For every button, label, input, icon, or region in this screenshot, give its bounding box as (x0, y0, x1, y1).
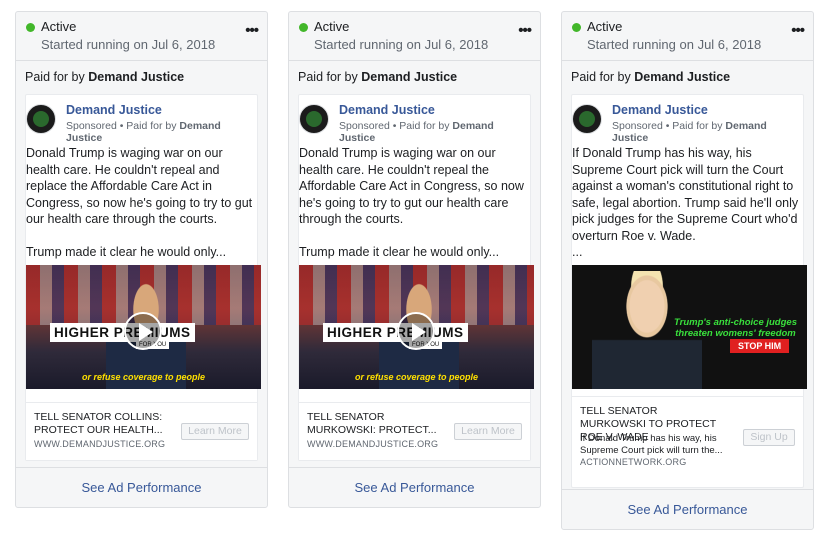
ad-preview: Demand Justice Sponsored • Paid for by D… (25, 94, 261, 461)
sign-up-button[interactable]: Sign Up (743, 429, 795, 446)
ad-video[interactable]: HIGHER PREMIUMS FOR YOU or refuse covera… (26, 265, 261, 389)
learn-more-button[interactable]: Learn More (181, 423, 249, 440)
paid-for-by: Paid for by Demand Justice (289, 60, 540, 93)
cta-title: TELL SENATOR MURKOWSKI: PROTECT... (307, 411, 437, 436)
page-name-link[interactable]: Demand Justice (339, 103, 435, 117)
paid-for-by-name: Demand Justice (634, 70, 731, 84)
started-running-date: Started running on Jul 6, 2018 (587, 37, 762, 52)
see-ad-performance-link[interactable]: See Ad Performance (16, 467, 267, 507)
video-banner: HIGHER PREMIUMS (323, 323, 468, 342)
page-name-link[interactable]: Demand Justice (612, 103, 708, 117)
ad-text: Donald Trump is waging war on our health… (26, 146, 253, 259)
ad-card: Active Started running on Jul 6, 2018 ••… (288, 11, 541, 508)
sponsored-paid-label: • Paid for by (662, 120, 726, 132)
ad-header: Demand Justice Sponsored • Paid for by D… (572, 95, 803, 145)
page-avatar[interactable] (572, 104, 602, 134)
active-status-icon (26, 23, 35, 32)
active-status-icon (572, 23, 581, 32)
cta-description: If Donald Trump has his way, his Supreme… (580, 433, 723, 456)
ad-preview: Demand Justice Sponsored • Paid for by D… (298, 94, 534, 461)
more-options-icon[interactable]: ••• (245, 22, 259, 39)
started-running-date: Started running on Jul 6, 2018 (314, 37, 489, 52)
cta-title: TELL SENATOR COLLINS: PROTECT OUR HEALTH… (34, 411, 163, 436)
image-stop-badge: STOP HIM (730, 339, 790, 353)
call-to-action[interactable]: TELL SENATOR COLLINS: PROTECT OUR HEALTH… (26, 402, 257, 460)
paid-for-by-label: Paid for by (571, 70, 635, 84)
sponsored-paid-label: • Paid for by (116, 120, 180, 132)
sponsored-line: Sponsored • Paid for by Demand Justice (612, 120, 777, 144)
status-label: Active (314, 19, 350, 34)
sponsored-label: Sponsored (66, 120, 117, 132)
sponsored-label: Sponsored (612, 120, 663, 132)
ad-card: Active Started running on Jul 6, 2018 ••… (15, 11, 268, 508)
ad-header: Demand Justice Sponsored • Paid for by D… (299, 95, 530, 145)
ad-video[interactable]: HIGHER PREMIUMS FOR YOU or refuse covera… (299, 265, 534, 389)
ad-image[interactable]: Trump's anti-choice judges threaten wome… (572, 265, 807, 389)
play-icon[interactable] (397, 312, 435, 350)
cta-domain: WWW.DEMANDJUSTICE.ORG (34, 439, 166, 449)
sponsored-label: Sponsored (339, 120, 390, 132)
active-status-icon (299, 23, 308, 32)
paid-for-by-name: Demand Justice (88, 70, 185, 84)
sponsored-line: Sponsored • Paid for by Demand Justice (339, 120, 504, 144)
play-icon[interactable] (124, 312, 162, 350)
ad-text: Donald Trump is waging war on our health… (299, 146, 524, 259)
more-options-icon[interactable]: ••• (518, 22, 532, 39)
page-name-link[interactable]: Demand Justice (66, 103, 162, 117)
ad-preview: Demand Justice Sponsored • Paid for by D… (571, 94, 807, 488)
status-label: Active (587, 19, 623, 34)
paid-for-by: Paid for by Demand Justice (562, 60, 813, 93)
call-to-action[interactable]: TELL SENATOR MURKOWSKI TO PROTECT ROE V.… (572, 396, 803, 468)
ad-header: Demand Justice Sponsored • Paid for by D… (26, 95, 257, 145)
paid-for-by-label: Paid for by (25, 70, 89, 84)
started-running-date: Started running on Jul 6, 2018 (41, 37, 216, 52)
paid-for-by-name: Demand Justice (361, 70, 458, 84)
paid-for-by: Paid for by Demand Justice (16, 60, 267, 93)
image-headline: Trump's anti-choice judges threaten wome… (674, 317, 797, 339)
page-avatar[interactable] (26, 104, 56, 134)
video-caption: or refuse coverage to people (354, 372, 479, 382)
video-caption: or refuse coverage to people (81, 372, 206, 382)
see-ad-performance-link[interactable]: See Ad Performance (289, 467, 540, 507)
sponsored-line: Sponsored • Paid for by Demand Justice (66, 120, 231, 144)
ad-text: If Donald Trump has his way, his Supreme… (572, 146, 799, 259)
status-row: Active Started running on Jul 6, 2018 ••… (16, 12, 267, 60)
ad-card: Active Started running on Jul 6, 2018 ••… (561, 11, 814, 530)
status-row: Active Started running on Jul 6, 2018 ••… (289, 12, 540, 60)
cta-domain: ACTIONNETWORK.ORG (580, 457, 687, 467)
paid-for-by-label: Paid for by (298, 70, 362, 84)
more-options-icon[interactable]: ••• (791, 22, 805, 39)
cta-domain: WWW.DEMANDJUSTICE.ORG (307, 439, 439, 449)
status-label: Active (41, 19, 77, 34)
status-row: Active Started running on Jul 6, 2018 ••… (562, 12, 813, 60)
page-avatar[interactable] (299, 104, 329, 134)
video-banner: HIGHER PREMIUMS (50, 323, 195, 342)
sponsored-paid-label: • Paid for by (389, 120, 453, 132)
see-ad-performance-link[interactable]: See Ad Performance (562, 489, 813, 529)
call-to-action[interactable]: TELL SENATOR MURKOWSKI: PROTECT... WWW.D… (299, 402, 530, 460)
learn-more-button[interactable]: Learn More (454, 423, 522, 440)
